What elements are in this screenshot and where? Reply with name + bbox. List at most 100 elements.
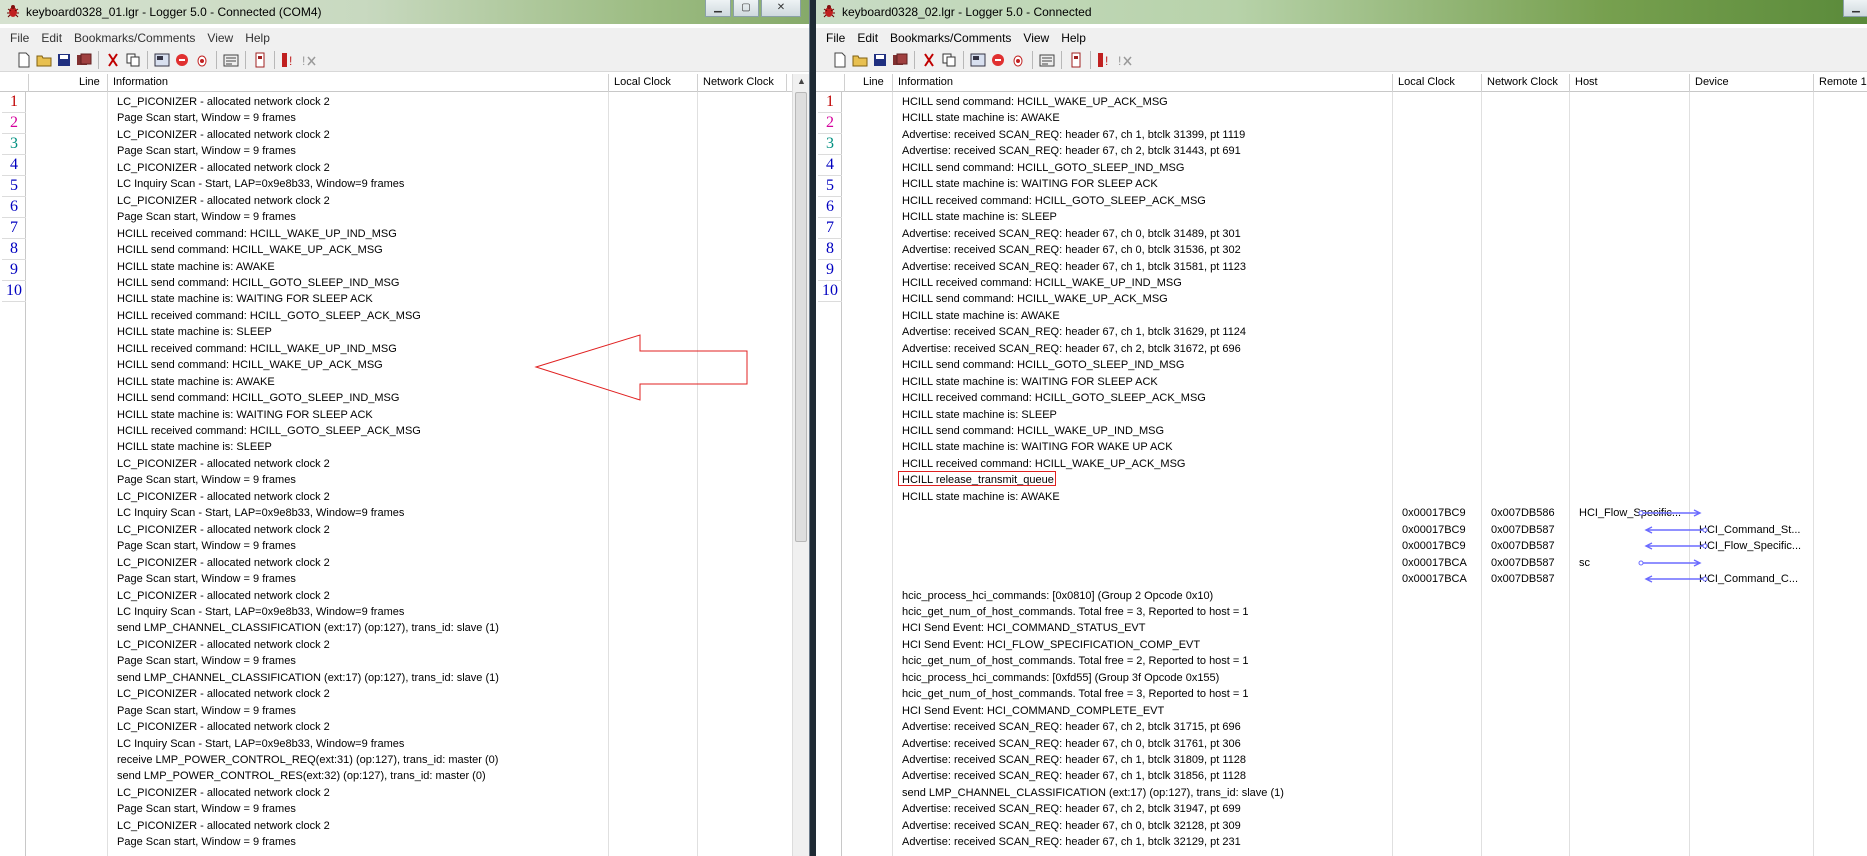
cut-icon[interactable] [919,50,939,70]
copy-icon[interactable] [939,50,959,70]
column-header-line[interactable]: Line [863,76,884,88]
minimize-button[interactable]: ▁ [1843,0,1867,17]
save-all-icon[interactable] [890,50,910,70]
table-row[interactable]: hcic_process_hci_commands: [0x0810] (Gro… [816,588,1867,604]
table-row[interactable]: send LMP_CHANNEL_CLASSIFICATION (ext:17)… [0,620,809,636]
table-row[interactable]: HCILL received command: HCILL_WAKE_UP_AC… [816,456,1867,472]
table-row[interactable]: send LMP_POWER_CONTROL_RES(ext:32) (op:1… [0,768,809,784]
table-row[interactable]: HCILL state machine is: WAITING FOR SLEE… [816,176,1867,192]
settings-icon[interactable] [221,50,241,70]
table-row[interactable]: LC_PICONIZER - allocated network clock 2 [0,489,809,505]
table-row[interactable]: LC_PICONIZER - allocated network clock 2 [0,719,809,735]
title-bar[interactable]: keyboard0328_01.lgr - Logger 5.0 - Conne… [0,0,809,24]
table-row[interactable]: Page Scan start, Window = 9 frames [0,801,809,817]
table-row[interactable]: HCILL received command: HCILL_GOTO_SLEEP… [0,423,809,439]
table-row[interactable]: Page Scan start, Window = 9 frames [0,209,809,225]
column-header-line[interactable]: Line [79,76,100,88]
table-row[interactable]: HCILL received command: HCILL_GOTO_SLEEP… [816,390,1867,406]
filter-icon[interactable] [152,50,172,70]
table-row[interactable]: 0x00017BCA 0x007DB587 HCI_Command_C... [816,571,1867,587]
table-row[interactable]: Advertise: received SCAN_REQ: header 67,… [816,736,1867,752]
table-row[interactable]: HCILL state machine is: WAITING FOR SLEE… [816,374,1867,390]
table-row[interactable]: HCILL send command: HCILL_WAKE_UP_IND_MS… [816,423,1867,439]
vertical-scrollbar[interactable]: ▲ [792,74,809,856]
menu-view[interactable]: View [201,31,239,45]
table-row[interactable]: 0x00017BC9 0x007DB587 HCI_Flow_Specific... [816,538,1867,554]
table-row[interactable]: HCILL state machine is: WAITING FOR SLEE… [0,291,809,307]
device-icon[interactable] [250,50,270,70]
table-row[interactable]: HCILL send command: HCILL_GOTO_SLEEP_IND… [816,160,1867,176]
menu-help[interactable]: Help [1055,31,1092,45]
close-button[interactable]: ✕ [761,0,801,17]
table-row[interactable]: Page Scan start, Window = 9 frames [0,571,809,587]
table-row[interactable]: LC_PICONIZER - allocated network clock 2 [0,588,809,604]
table-row[interactable]: HCILL state machine is: AWAKE [816,110,1867,126]
table-row[interactable]: HCILL send command: HCILL_WAKE_UP_ACK_MS… [0,242,809,258]
table-row[interactable]: HCILL received command: HCILL_WAKE_UP_IN… [0,226,809,242]
table-row[interactable]: hcic_get_num_of_host_commands. Total fre… [816,686,1867,702]
table-row[interactable]: HCILL state machine is: AWAKE [0,259,809,275]
table-row[interactable]: Page Scan start, Window = 9 frames [0,703,809,719]
column-header-network-clock[interactable]: Network Clock [703,76,774,88]
log-grid[interactable]: Line Information Local Clock Network Clo… [816,74,1867,856]
table-row[interactable]: Page Scan start, Window = 9 frames [0,834,809,850]
open-folder-icon[interactable] [34,50,54,70]
new-file-icon[interactable] [14,50,34,70]
table-row[interactable]: LC_PICONIZER - allocated network clock 2 [0,686,809,702]
column-header-device[interactable]: Device [1695,76,1729,88]
table-row[interactable]: Advertise: received SCAN_REQ: header 67,… [816,143,1867,159]
table-row[interactable]: LC_PICONIZER - allocated network clock 2 [0,94,809,110]
table-row[interactable]: LC_PICONIZER - allocated network clock 2 [0,785,809,801]
table-row[interactable]: 0x00017BCA 0x007DB587 sc [816,555,1867,571]
table-row[interactable]: LC_PICONIZER - allocated network clock 2 [0,127,809,143]
device-icon[interactable] [1066,50,1086,70]
table-row[interactable]: Page Scan start, Window = 9 frames [0,653,809,669]
probe-icon[interactable] [192,50,212,70]
table-row[interactable]: LC_PICONIZER - allocated network clock 2 [0,456,809,472]
table-row[interactable]: Page Scan start, Window = 9 frames [0,538,809,554]
scrollbar-thumb[interactable] [795,92,807,542]
menu-bookmarks-comments[interactable]: Bookmarks/Comments [68,31,201,45]
minimize-button[interactable]: ▁ [705,0,731,17]
menu-bookmarks-comments[interactable]: Bookmarks/Comments [884,31,1017,45]
table-row[interactable]: HCILL send command: HCILL_WAKE_UP_ACK_MS… [816,94,1867,110]
table-row[interactable]: LC_PICONIZER - allocated network clock 2 [0,160,809,176]
table-row[interactable]: LC Inquiry Scan - Start, LAP=0x9e8b33, W… [0,604,809,620]
table-row[interactable]: Advertise: received SCAN_REQ: header 67,… [816,127,1867,143]
table-row[interactable]: Advertise: received SCAN_REQ: header 67,… [816,719,1867,735]
table-row[interactable]: LC_PICONIZER - allocated network clock 2 [0,522,809,538]
table-row[interactable]: LC_PICONIZER - allocated network clock 2 [0,555,809,571]
table-row[interactable]: HCILL state machine is: SLEEP [0,439,809,455]
stop-capture-icon[interactable] [988,50,1008,70]
probe-icon[interactable] [1008,50,1028,70]
bookmark-toggle-icon[interactable]: ! [1095,50,1115,70]
column-header-information[interactable]: Information [113,76,168,88]
menu-edit[interactable]: Edit [35,31,68,45]
table-row[interactable]: HCILL received command: HCILL_WAKE_UP_IN… [816,275,1867,291]
save-disk-icon[interactable] [870,50,890,70]
menu-view[interactable]: View [1017,31,1055,45]
title-bar[interactable]: keyboard0328_02.lgr - Logger 5.0 - Conne… [816,0,1867,24]
table-row[interactable]: HCI Send Event: HCI_COMMAND_COMPLETE_EVT [816,703,1867,719]
clear-bookmarks-icon[interactable]: ! [299,50,319,70]
log-grid[interactable]: Line Information Local Clock Network Clo… [0,74,809,856]
save-all-icon[interactable] [74,50,94,70]
table-row[interactable]: Page Scan start, Window = 9 frames [0,143,809,159]
table-row[interactable]: HCI Send Event: HCI_COMMAND_STATUS_EVT [816,620,1867,636]
table-row[interactable]: HCILL state machine is: AWAKE [816,308,1867,324]
table-row[interactable]: HCILL state machine is: SLEEP [816,209,1867,225]
table-row[interactable]: LC_PICONIZER - allocated network clock 2 [0,193,809,209]
menu-edit[interactable]: Edit [851,31,884,45]
table-row[interactable]: HCILL send command: HCILL_GOTO_SLEEP_IND… [816,357,1867,373]
table-row[interactable]: send LMP_CHANNEL_CLASSIFICATION (ext:17)… [0,670,809,686]
table-row[interactable]: Advertise: received SCAN_REQ: header 67,… [816,801,1867,817]
table-row[interactable]: hcic_get_num_of_host_commands. Total fre… [816,653,1867,669]
column-header-information[interactable]: Information [898,76,953,88]
bookmark-toggle-icon[interactable]: ! [279,50,299,70]
table-row[interactable]: 0x00017BC9 0x007DB586 HCI_Flow_Specific... [816,505,1867,521]
table-row[interactable]: hcic_get_num_of_host_commands. Total fre… [816,604,1867,620]
maximize-button[interactable]: ▢ [733,0,759,17]
column-header-remote[interactable]: Remote 1 [1819,76,1867,88]
table-row[interactable]: HCILL send command: HCILL_WAKE_UP_ACK_MS… [816,291,1867,307]
table-row[interactable]: send LMP_CHANNEL_CLASSIFICATION (ext:17)… [816,785,1867,801]
